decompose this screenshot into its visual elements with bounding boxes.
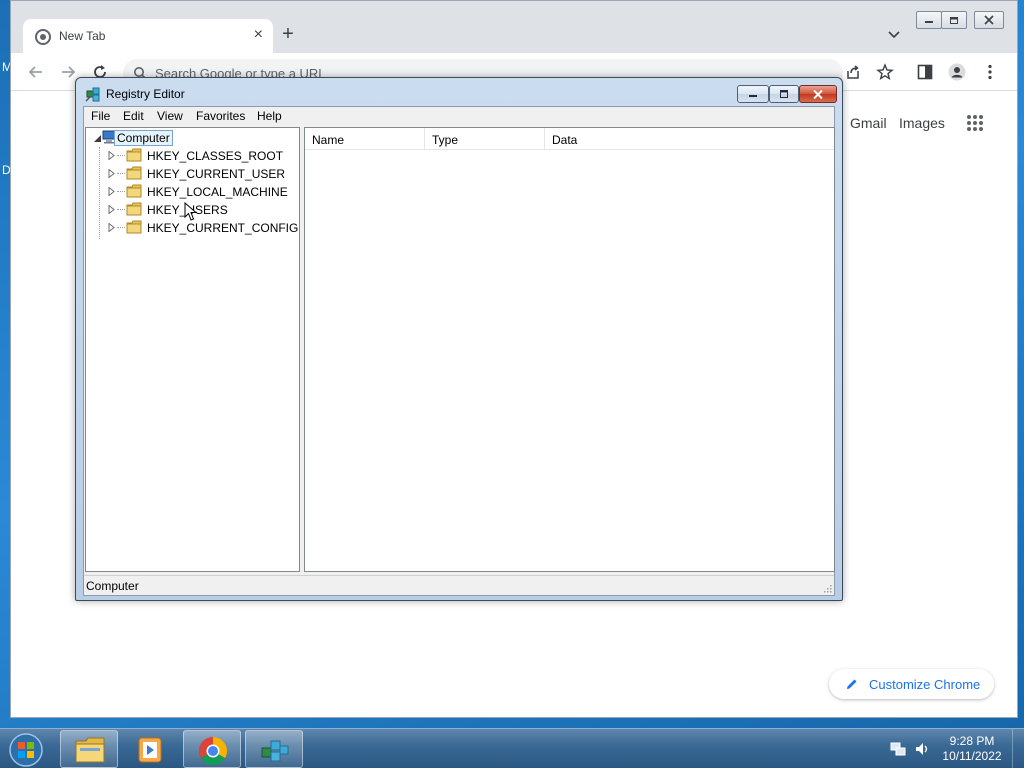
clock-date: 10/11/2022 — [942, 749, 1002, 763]
tab-close-icon[interactable]: × — [254, 26, 263, 44]
chevron-down-icon[interactable] — [886, 26, 902, 42]
registry-editor-window: Registry Editor File Edit View Favorites… — [75, 77, 843, 601]
back-arrow-icon[interactable] — [27, 63, 45, 81]
regedit-minimize-button[interactable] — [737, 85, 769, 103]
tree-connector — [117, 155, 125, 156]
minimize-icon — [925, 21, 933, 23]
customize-chrome-label: Customize Chrome — [869, 677, 981, 692]
status-bar: Computer — [84, 575, 834, 595]
tree-connector — [117, 173, 125, 174]
minimize-button[interactable] — [916, 11, 942, 29]
tree-label: HKEY_CLASSES_ROOT — [147, 149, 284, 163]
collapse-triangle-icon[interactable] — [94, 134, 102, 143]
mouse-cursor-icon — [184, 202, 198, 221]
restore-icon — [780, 90, 788, 98]
regedit-close-button[interactable] — [799, 85, 837, 103]
tree-node-hkey-current-user[interactable]: HKEY_CURRENT_USER — [108, 165, 298, 183]
taskbar-regedit-button[interactable] — [245, 730, 303, 768]
close-icon — [813, 90, 823, 99]
folder-icon — [126, 184, 142, 198]
expand-triangle-icon[interactable] — [108, 169, 116, 178]
restore-icon — [950, 17, 958, 24]
folder-icon — [126, 166, 142, 180]
customize-chrome-button[interactable]: Customize Chrome — [829, 669, 994, 699]
expand-triangle-icon[interactable] — [108, 187, 116, 196]
google-apps-icon[interactable] — [966, 114, 984, 132]
restore-button[interactable] — [941, 11, 967, 29]
menu-file[interactable]: File — [91, 109, 110, 123]
column-header-row: Name Type Data — [305, 128, 834, 150]
side-panel-icon[interactable] — [916, 63, 934, 81]
tab-new-tab[interactable]: New Tab × — [23, 19, 273, 53]
volume-icon[interactable] — [914, 741, 930, 757]
minimize-icon — [749, 95, 757, 97]
menu-favorites[interactable]: Favorites — [196, 109, 245, 123]
close-button[interactable] — [974, 11, 1004, 29]
registry-tree-pane[interactable]: Computer HKEY_CLASSES_ROOT HKEY_CURRENT_… — [85, 127, 300, 572]
registry-values-pane[interactable]: Name Type Data — [304, 127, 835, 572]
chrome-icon — [199, 737, 227, 765]
regedit-app-icon — [261, 740, 289, 762]
start-button[interactable] — [6, 731, 46, 768]
tree-label: HKEY_CURRENT_CONFIG — [147, 221, 299, 235]
status-bar-path: Computer — [86, 579, 139, 593]
tree-connector — [117, 209, 125, 210]
tab-strip: New Tab × + — [11, 1, 1017, 53]
network-icon[interactable] — [890, 741, 906, 757]
regedit-maximize-button[interactable] — [769, 85, 799, 103]
tree-connector — [99, 147, 100, 239]
close-icon — [984, 15, 994, 25]
tree-node-computer[interactable]: Computer — [94, 129, 294, 147]
chrome-favicon-icon — [35, 29, 51, 45]
window-title: Registry Editor — [106, 87, 185, 101]
tree-node-hkey-current-config[interactable]: HKEY_CURRENT_CONFIG — [108, 219, 298, 237]
media-player-icon — [138, 737, 162, 763]
menu-help[interactable]: Help — [257, 109, 282, 123]
tree-node-hkey-local-machine[interactable]: HKEY_LOCAL_MACHINE — [108, 183, 298, 201]
forward-arrow-icon[interactable] — [59, 63, 77, 81]
pencil-icon — [847, 679, 857, 689]
system-clock[interactable]: 9:28 PM 10/11/2022 — [936, 734, 1008, 764]
tree-node-hkey-users[interactable]: HKEY_USERS — [108, 201, 298, 219]
taskbar-explorer-button[interactable] — [60, 730, 118, 768]
folder-icon — [126, 202, 142, 216]
taskbar-media-player-button[interactable] — [121, 730, 179, 768]
column-header-name[interactable]: Name — [305, 128, 425, 150]
clock-time: 9:28 PM — [949, 734, 995, 748]
taskbar: 9:28 PM 10/11/2022 — [0, 728, 1024, 768]
gmail-link[interactable]: Gmail — [850, 115, 887, 131]
tab-title: New Tab — [59, 29, 106, 43]
profile-avatar-icon[interactable] — [948, 63, 966, 81]
new-tab-button[interactable]: + — [276, 23, 300, 46]
expand-triangle-icon[interactable] — [108, 205, 116, 214]
tree-label: HKEY_CURRENT_USER — [147, 167, 286, 181]
taskbar-chrome-button[interactable] — [183, 730, 241, 768]
more-menu-icon[interactable] — [981, 63, 999, 81]
menu-view[interactable]: View — [157, 109, 183, 123]
show-desktop-button[interactable] — [1012, 729, 1024, 768]
folder-icon — [126, 220, 142, 234]
tree-label: HKEY_LOCAL_MACHINE — [147, 185, 288, 199]
tree-connector — [117, 227, 125, 228]
expand-triangle-icon[interactable] — [108, 151, 116, 160]
regedit-client-area: File Edit View Favorites Help Computer H… — [83, 106, 835, 596]
bookmark-star-icon[interactable] — [876, 63, 894, 81]
tree-node-hkey-classes-root[interactable]: HKEY_CLASSES_ROOT — [108, 147, 298, 165]
images-link[interactable]: Images — [899, 115, 945, 131]
menu-edit[interactable]: Edit — [123, 109, 144, 123]
expand-triangle-icon[interactable] — [108, 223, 116, 232]
tree-label-computer: Computer — [114, 130, 173, 146]
folder-icon — [75, 737, 105, 763]
menu-bar: File Edit View Favorites Help — [84, 107, 834, 126]
column-header-type[interactable]: Type — [425, 128, 545, 150]
resize-grip-icon[interactable] — [822, 583, 832, 593]
regedit-app-icon — [85, 87, 100, 102]
folder-icon — [126, 148, 142, 162]
tree-connector — [117, 191, 125, 192]
column-header-data[interactable]: Data — [545, 128, 834, 150]
share-icon[interactable] — [844, 63, 862, 81]
